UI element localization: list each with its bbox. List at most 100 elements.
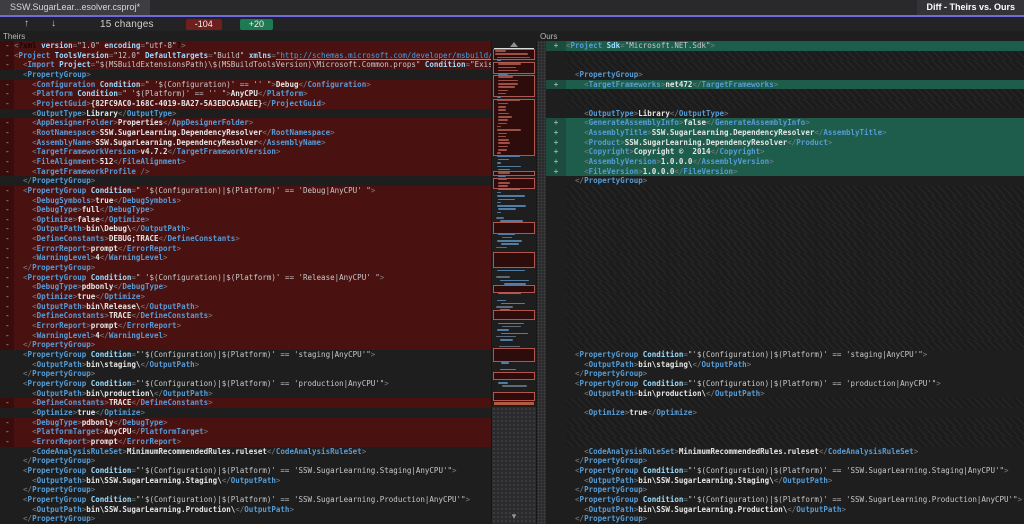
code-line[interactable]: <OutputType>Library</OutputType>: [546, 109, 1024, 119]
editor-tab[interactable]: SSW.SugarLear...esolver.csproj*: [0, 0, 150, 15]
filler-line[interactable]: [546, 437, 1024, 447]
code-line[interactable]: </PropertyGroup>: [546, 456, 1024, 466]
diff-mode-label[interactable]: Diff - Theirs vs. Ours: [917, 0, 1024, 15]
code-line[interactable]: </PropertyGroup>: [0, 514, 491, 524]
filler-line[interactable]: [546, 89, 1024, 99]
code-line[interactable]: - <RootNamespace>SSW.SugarLearning.Depen…: [0, 128, 491, 138]
code-line[interactable]: - <DebugSymbols>true</DebugSymbols>: [0, 196, 491, 206]
code-line[interactable]: <OutputPath>bin\SSW.SugarLearning.Produc…: [0, 505, 491, 515]
code-line[interactable]: </PropertyGroup>: [0, 485, 491, 495]
code-line[interactable]: <PropertyGroup Condition="'$(Configurati…: [546, 379, 1024, 389]
code-line[interactable]: <PropertyGroup Condition="'$(Configurati…: [546, 350, 1024, 360]
code-line[interactable]: </PropertyGroup>: [546, 485, 1024, 495]
code-line[interactable]: </PropertyGroup>: [0, 456, 491, 466]
filler-line[interactable]: [546, 273, 1024, 283]
filler-line[interactable]: [546, 427, 1024, 437]
code-line[interactable]: - <Optimize>true</Optimize>: [0, 292, 491, 302]
previous-change-button[interactable]: ↑: [24, 17, 29, 31]
code-line[interactable]: - <DefineConstants>TRACE</DefineConstant…: [0, 398, 491, 408]
code-line[interactable]: <Optimize>true</Optimize>: [0, 408, 491, 418]
filler-line[interactable]: [546, 263, 1024, 273]
filler-line[interactable]: [546, 418, 1024, 428]
code-line[interactable]: - <DefineConstants>TRACE</DefineConstant…: [0, 311, 491, 321]
code-line[interactable]: <OutputPath>bin\SSW.SugarLearning.Stagin…: [546, 476, 1024, 486]
code-line[interactable]: <Optimize>true</Optimize>: [546, 408, 1024, 418]
code-line[interactable]: <OutputPath>bin\staging\</OutputPath>: [0, 360, 491, 370]
code-line[interactable]: <PropertyGroup Condition="'$(Configurati…: [0, 379, 491, 389]
code-line[interactable]: -<Project ToolsVersion="12.0" DefaultTar…: [0, 51, 491, 61]
code-line[interactable]: - <DebugType>pdbonly</DebugType>: [0, 282, 491, 292]
code-line[interactable]: - <Optimize>false</Optimize>: [0, 215, 491, 225]
code-line[interactable]: <OutputPath>bin\staging\</OutputPath>: [546, 360, 1024, 370]
code-line[interactable]: </PropertyGroup>: [546, 514, 1024, 524]
filler-line[interactable]: [546, 321, 1024, 331]
code-line[interactable]: - <Configuration Condition=" '$(Configur…: [0, 80, 491, 90]
code-line[interactable]: - <TargetFrameworkVersion>v4.7.2</Target…: [0, 147, 491, 157]
left-code-pane[interactable]: -<?xml version="1.0" encoding="utf-8"?>-…: [0, 41, 491, 524]
code-line[interactable]: <OutputPath>bin\production\</OutputPath>: [546, 389, 1024, 399]
code-line[interactable]: - <FileAlignment>512</FileAlignment>: [0, 157, 491, 167]
code-line[interactable]: </PropertyGroup>: [546, 176, 1024, 186]
code-line[interactable]: - <DefineConstants>DEBUG;TRACE</DefineCo…: [0, 234, 491, 244]
filler-line[interactable]: [546, 253, 1024, 263]
code-line[interactable]: <OutputType>Library</OutputType>: [0, 109, 491, 119]
filler-line[interactable]: [546, 234, 1024, 244]
code-line[interactable]: - <PropertyGroup Condition=" '$(Configur…: [0, 273, 491, 283]
code-line[interactable]: - <DebugType>pdbonly</DebugType>: [0, 418, 491, 428]
filler-line[interactable]: [546, 99, 1024, 109]
code-line[interactable]: - <Import Project="$(MSBuildExtensionsPa…: [0, 60, 491, 70]
code-line[interactable]: + <Copyright>Copyright © 2014</Copyright…: [546, 147, 1024, 157]
right-code-pane[interactable]: +<Project Sdk="Microsoft.NET.Sdk"> <Prop…: [537, 41, 1024, 524]
filler-line[interactable]: [546, 51, 1024, 61]
code-line[interactable]: </PropertyGroup>: [0, 176, 491, 186]
code-line[interactable]: - </PropertyGroup>: [0, 340, 491, 350]
code-line[interactable]: <CodeAnalysisRuleSet>MinimumRecommendedR…: [546, 447, 1024, 457]
minimap[interactable]: ▾: [491, 41, 537, 524]
filler-line[interactable]: [546, 282, 1024, 292]
code-line[interactable]: <PropertyGroup Condition="'$(Configurati…: [0, 350, 491, 360]
code-line[interactable]: - <AssemblyName>SSW.SugarLearning.Depend…: [0, 138, 491, 148]
code-line[interactable]: <CodeAnalysisRuleSet>MinimumRecommendedR…: [0, 447, 491, 457]
code-line[interactable]: - <AppDesignerFolder>Properties</AppDesi…: [0, 118, 491, 128]
filler-line[interactable]: [546, 60, 1024, 70]
filler-line[interactable]: [546, 196, 1024, 206]
code-line[interactable]: + <AssemblyVersion>1.0.0.0</AssemblyVers…: [546, 157, 1024, 167]
filler-line[interactable]: [546, 331, 1024, 341]
code-line[interactable]: </PropertyGroup>: [0, 369, 491, 379]
code-line[interactable]: <PropertyGroup>: [546, 70, 1024, 80]
code-line[interactable]: + <AssemblyTitle>SSW.SugarLearning.Depen…: [546, 128, 1024, 138]
scroll-down-button[interactable]: ▾: [492, 512, 536, 521]
filler-line[interactable]: [546, 215, 1024, 225]
filler-line[interactable]: [546, 311, 1024, 321]
code-line[interactable]: - <OutputPath>bin\Release\</OutputPath>: [0, 302, 491, 312]
code-line[interactable]: - <WarningLevel>4</WarningLevel>: [0, 331, 491, 341]
code-line[interactable]: <PropertyGroup Condition="'$(Configurati…: [546, 466, 1024, 476]
code-line[interactable]: - <PropertyGroup Condition=" '$(Configur…: [0, 186, 491, 196]
filler-line[interactable]: [546, 302, 1024, 312]
code-line[interactable]: <OutputPath>bin\production\</OutputPath>: [0, 389, 491, 399]
code-line[interactable]: + <Product>SSW.SugarLearning.DependencyR…: [546, 138, 1024, 148]
next-change-button[interactable]: ↓: [51, 17, 56, 31]
code-line[interactable]: <PropertyGroup Condition="'$(Configurati…: [0, 466, 491, 476]
code-line[interactable]: - </PropertyGroup>: [0, 263, 491, 273]
code-line[interactable]: - <OutputPath>bin\Debug\</OutputPath>: [0, 224, 491, 234]
code-line[interactable]: - <PlatformTarget>AnyCPU</PlatformTarget…: [0, 427, 491, 437]
code-line[interactable]: - <ErrorReport>prompt</ErrorReport>: [0, 321, 491, 331]
filler-line[interactable]: [546, 292, 1024, 302]
filler-line[interactable]: [546, 398, 1024, 408]
filler-line[interactable]: [546, 205, 1024, 215]
code-line[interactable]: </PropertyGroup>: [546, 369, 1024, 379]
code-line[interactable]: + <GenerateAssemblyInfo>false</GenerateA…: [546, 118, 1024, 128]
code-line[interactable]: <PropertyGroup Condition="'$(Configurati…: [0, 495, 491, 505]
code-line[interactable]: - <ErrorReport>prompt</ErrorReport>: [0, 244, 491, 254]
code-line[interactable]: - <ProjectGuid>{82FC9AC0-168C-4019-BA27-…: [0, 99, 491, 109]
code-line[interactable]: +<Project Sdk="Microsoft.NET.Sdk">: [546, 41, 1024, 51]
code-line[interactable]: - <TargetFrameworkProfile />: [0, 167, 491, 177]
code-line[interactable]: - <Platform Condition=" '$(Platform)' ==…: [0, 89, 491, 99]
code-line[interactable]: + <TargetFrameworks>net472</TargetFramew…: [546, 80, 1024, 90]
filler-line[interactable]: [546, 224, 1024, 234]
code-line[interactable]: - <WarningLevel>4</WarningLevel>: [0, 253, 491, 263]
code-line[interactable]: + <FileVersion>1.0.0.0</FileVersion>: [546, 167, 1024, 177]
code-line[interactable]: <PropertyGroup>: [0, 70, 491, 80]
code-line[interactable]: - <ErrorReport>prompt</ErrorReport>: [0, 437, 491, 447]
